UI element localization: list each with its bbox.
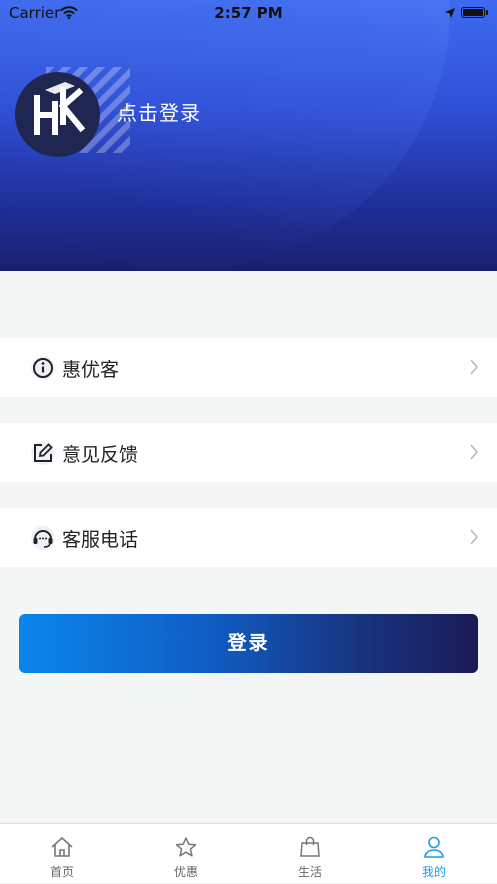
tab-bar: 首页 优惠 生活 我的	[0, 823, 497, 883]
status-bar: Carrier 2:57 PM	[0, 0, 497, 26]
login-prompt[interactable]: 点击登录	[117, 97, 201, 126]
location-arrow-icon	[444, 5, 456, 23]
tab-life[interactable]: 生活	[260, 824, 360, 884]
menu-item-label: 意见反馈	[62, 444, 139, 466]
tab-label: 优惠	[173, 865, 198, 879]
star-icon	[174, 836, 198, 862]
menu-item-customer-service[interactable]: 客服电话	[0, 508, 497, 567]
headset-icon	[30, 525, 56, 551]
chevron-right-icon	[469, 528, 479, 550]
home-icon	[50, 836, 74, 862]
menu-item-label: 惠优客	[62, 359, 120, 381]
avatar[interactable]	[15, 72, 100, 157]
tab-home[interactable]: 首页	[12, 824, 112, 884]
hk-logo-icon	[34, 82, 86, 135]
shopping-bag-icon	[298, 836, 322, 862]
tab-label: 首页	[49, 865, 74, 879]
edit-icon	[30, 440, 56, 466]
login-button[interactable]: 登录	[19, 614, 478, 673]
menu-item-feedback[interactable]: 意见反馈	[0, 423, 497, 482]
battery-icon	[461, 7, 485, 18]
menu-item-huiyouke[interactable]: 惠优客	[0, 338, 497, 397]
tab-deals[interactable]: 优惠	[136, 824, 236, 884]
chevron-right-icon	[469, 358, 479, 380]
status-time: 2:57 PM	[214, 4, 283, 22]
chevron-right-icon	[469, 443, 479, 465]
tab-mine[interactable]: 我的	[384, 824, 484, 884]
tab-label: 生活	[297, 865, 322, 879]
tab-label: 我的	[421, 865, 446, 879]
info-circle-icon	[30, 355, 56, 381]
battery-tip	[486, 10, 488, 15]
user-icon	[422, 836, 446, 862]
menu-item-label: 客服电话	[62, 529, 139, 551]
